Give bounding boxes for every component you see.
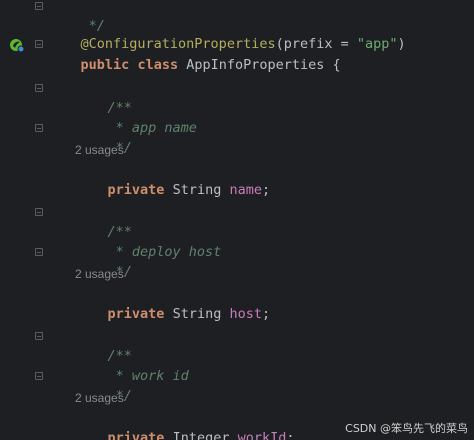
javadoc-open[interactable]: /** (75, 78, 132, 116)
field-modifier: private (107, 182, 165, 198)
javadoc-close[interactable]: */ (75, 242, 132, 280)
field-declaration[interactable]: private String host; (75, 284, 271, 322)
editor-gutter (0, 0, 46, 440)
fold-marker-icon[interactable] (35, 208, 43, 216)
javadoc-text[interactable]: * app name (75, 98, 197, 136)
javadoc-close[interactable]: */ (75, 118, 132, 156)
class-name: AppInfoProperties (186, 57, 325, 73)
class-declaration-line[interactable]: public class AppInfoProperties { (48, 35, 341, 73)
field-declaration[interactable]: private Integer workId; (75, 408, 295, 440)
open-brace: { (324, 57, 341, 73)
javadoc-open[interactable]: /** (75, 202, 132, 240)
javadoc-text[interactable]: * work id (75, 346, 189, 384)
javadoc-text[interactable]: * deploy host (75, 222, 222, 260)
annotation-rparen: ) (397, 36, 406, 52)
fold-marker-icon[interactable] (35, 124, 43, 132)
semicolon: ; (262, 182, 271, 198)
annotation-value: "app" (356, 36, 398, 52)
usages-hint[interactable]: 2 usages (75, 389, 124, 407)
usages-hint[interactable]: 2 usages (75, 265, 124, 283)
field-name: workId (237, 430, 287, 440)
field-type: String (172, 306, 222, 322)
field-type: String (172, 182, 222, 198)
field-declaration[interactable]: private String name; (75, 160, 271, 198)
fold-marker-icon[interactable] (35, 84, 43, 92)
fold-marker-icon[interactable] (35, 332, 43, 340)
field-modifier: private (107, 306, 165, 322)
code-editor[interactable]: */ @ConfigurationProperties(prefix = "ap… (0, 0, 474, 440)
semicolon: ; (286, 430, 295, 440)
javadoc-open[interactable]: /** (75, 326, 132, 364)
semicolon: ; (262, 306, 271, 322)
field-name: host (229, 306, 262, 322)
fold-marker-icon[interactable] (35, 248, 43, 256)
field-name: name (229, 182, 262, 198)
fold-marker-icon[interactable] (35, 372, 43, 380)
javadoc-close[interactable]: */ (75, 366, 132, 404)
field-modifier: private (107, 430, 165, 440)
field-type: Integer (172, 430, 230, 440)
fold-marker-icon[interactable] (35, 2, 43, 10)
annotation-line[interactable]: @ConfigurationProperties(prefix = "app") (48, 14, 406, 52)
fold-marker-icon[interactable] (35, 40, 43, 48)
spring-bean-gutter-icon[interactable] (9, 37, 25, 57)
keyword-public: public (80, 57, 130, 73)
usages-hint[interactable]: 2 usages (75, 141, 124, 159)
keyword-class: class (137, 57, 179, 73)
watermark: CSDN @笨鸟先飞的菜鸟 (345, 422, 468, 435)
